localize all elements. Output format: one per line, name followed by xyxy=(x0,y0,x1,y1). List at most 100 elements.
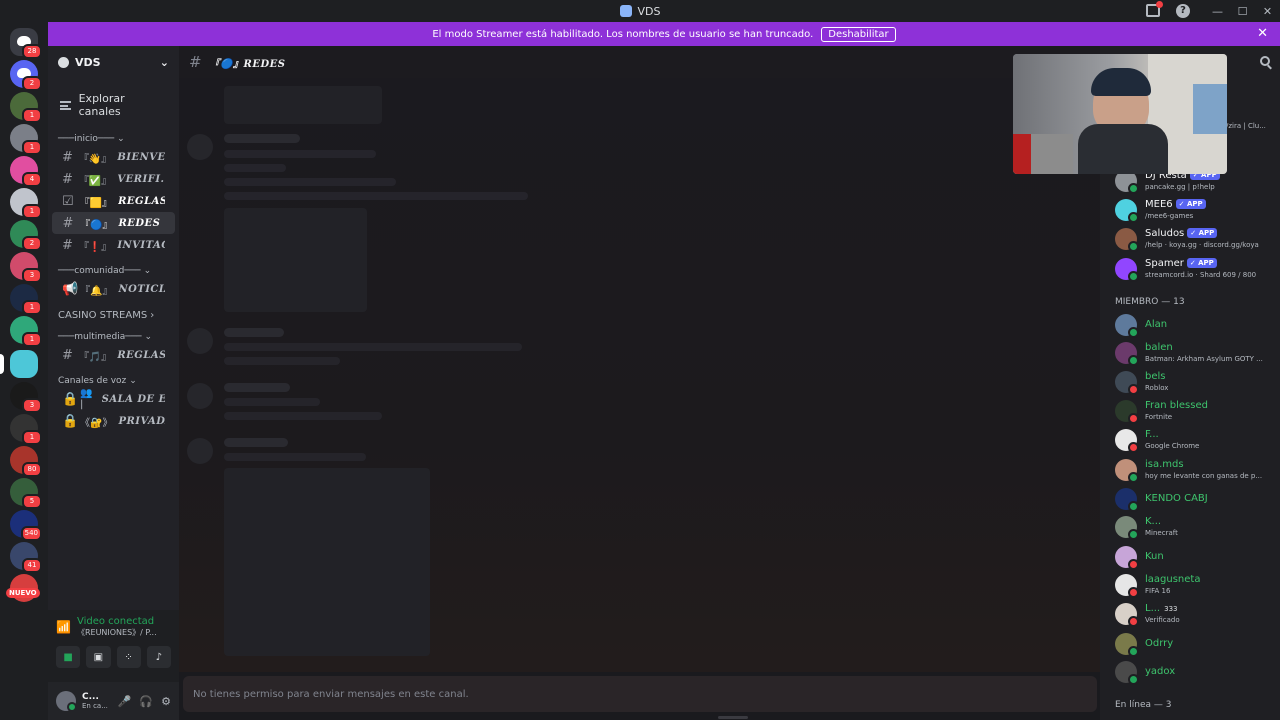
server-icon[interactable]: 1 xyxy=(10,316,42,347)
screen-share-button[interactable]: ▣ xyxy=(86,646,111,668)
server-icon[interactable]: 1 xyxy=(10,284,42,315)
close-window-icon[interactable]: ✕ xyxy=(1255,0,1280,22)
channel-reglas[interactable]: ☑ 『🟨』 REGLAS xyxy=(52,190,175,212)
mention-badge: 80 xyxy=(22,462,42,477)
server-icon[interactable]: 540 xyxy=(10,510,42,541)
member-name: Fran blessed xyxy=(1145,400,1208,411)
status-icon xyxy=(1128,472,1139,483)
server-icon[interactable]: 3 xyxy=(10,382,42,413)
member-item[interactable]: Saludos ✓ APP /help · koya.gg · discord.g… xyxy=(1115,228,1259,252)
server-icon[interactable]: 2 xyxy=(10,60,42,91)
server-icon[interactable]: 1 xyxy=(10,414,42,445)
server-icon[interactable]: 3 xyxy=(10,252,42,283)
webcam-window xyxy=(1193,84,1227,134)
channel-bienvenida[interactable]: # 『👋』 BIENVE... xyxy=(52,146,175,168)
text-channel-icon: # xyxy=(62,171,73,187)
scrollbar[interactable] xyxy=(718,716,748,719)
member-name: yadox xyxy=(1145,666,1176,677)
category-multimedia[interactable]: ───multimedia─── ⌄ xyxy=(48,330,179,344)
category-casino[interactable]: CASINO STREAMS › xyxy=(48,308,179,322)
message-composer[interactable]: No tienes permiso para enviar mensajes e… xyxy=(183,676,1097,712)
member-item[interactable]: bels Roblox xyxy=(1115,371,1168,395)
server-icon[interactable]: 2 xyxy=(10,220,42,251)
avatar xyxy=(1115,342,1139,366)
member-item[interactable]: MEE6 ✓ APP /mee6-games xyxy=(1115,199,1206,223)
member-item[interactable]: K... Minecraft xyxy=(1115,516,1178,540)
member-item[interactable]: balen Batman: Arkham Asylum GOTY ... xyxy=(1115,342,1263,366)
mention-badge: 28 xyxy=(22,44,42,59)
mention-badge: 3 xyxy=(22,398,42,413)
help-icon[interactable]: ? xyxy=(1176,4,1190,18)
category-voz[interactable]: Canales de voz ⌄ xyxy=(48,374,179,388)
online-status-icon xyxy=(1128,183,1139,194)
channel-sala[interactable]: 🔒 👥 | SALA DE E... xyxy=(52,388,175,410)
category-label: ───multimedia─── xyxy=(58,332,142,342)
skeleton-avatar xyxy=(187,134,213,160)
mention-badge: 540 xyxy=(20,526,42,541)
avatar xyxy=(1115,546,1139,570)
server-icon[interactable]: 4 xyxy=(10,156,42,187)
channel-name: INVITACI... xyxy=(117,239,165,251)
member-name: F... xyxy=(1145,429,1159,440)
server-icon[interactable]: 1 xyxy=(10,124,42,155)
server-icon[interactable]: 5 xyxy=(10,478,42,509)
channel-verificacion[interactable]: # 『✅』 VERIFI... xyxy=(52,168,175,190)
guild-header[interactable]: VDS ⌄ xyxy=(48,46,179,78)
server-icon[interactable]: 80 xyxy=(10,446,42,477)
avatar xyxy=(1115,258,1139,282)
activities-button[interactable]: ⁘ xyxy=(116,646,141,668)
search-icon[interactable] xyxy=(1260,56,1270,66)
member-item[interactable]: Odrry xyxy=(1115,633,1173,657)
server-icon[interactable]: 1 xyxy=(10,92,42,123)
category-comunidad[interactable]: ───comunidad─── ⌄ xyxy=(48,264,179,278)
status-icon xyxy=(1128,355,1139,366)
category-inicio[interactable]: ───inicio─── ⌄ xyxy=(48,132,179,146)
soundboard-button[interactable]: ♪ xyxy=(146,646,171,668)
text-channel-icon: # xyxy=(62,215,74,231)
avatar[interactable] xyxy=(56,691,77,712)
online-status-icon xyxy=(1128,212,1139,223)
server-icon[interactable] xyxy=(0,350,38,378)
chevron-right-icon: › xyxy=(150,309,155,321)
member-item[interactable]: laagusneta FIFA 16 xyxy=(1115,574,1200,598)
gear-icon[interactable]: ⚙ xyxy=(161,695,171,708)
member-item[interactable]: yadox xyxy=(1115,661,1176,685)
user-status: En ca... xyxy=(82,702,108,710)
skeleton-line xyxy=(224,438,288,447)
channel-privada[interactable]: 🔒 《🔐》 PRIVADA xyxy=(52,410,175,432)
channel-reglas-multimedia[interactable]: # 『🎵』 REGLAS... xyxy=(52,344,175,366)
microphone-icon[interactable]: 🎤 xyxy=(118,695,132,708)
voice-status[interactable]: 📶 Video conectad 《REUNIONES》/ P... xyxy=(48,610,179,638)
disable-streamer-button[interactable]: Deshabilitar xyxy=(821,26,896,42)
channel-invitaciones[interactable]: # 『❗』 INVITACI... xyxy=(52,234,175,256)
channel-noticias[interactable]: 📢 『🔔』 NOTICIAS xyxy=(52,278,175,300)
status-icon xyxy=(1128,501,1139,512)
status-icon xyxy=(1128,616,1139,627)
app-icon xyxy=(619,5,632,17)
member-item[interactable]: F... Google Chrome xyxy=(1115,429,1199,453)
mention-badge: 1 xyxy=(22,204,42,219)
explore-channels[interactable]: Explorar canales xyxy=(48,86,179,124)
member-item[interactable]: Fran blessed Fortnite xyxy=(1115,400,1208,424)
server-icon[interactable]: 1 xyxy=(10,188,42,219)
inbox-icon[interactable] xyxy=(1146,1,1163,17)
headphones-icon[interactable]: 🎧 xyxy=(139,695,153,708)
maximize-icon[interactable]: ☐ xyxy=(1230,0,1255,22)
minimize-icon[interactable]: — xyxy=(1205,0,1230,22)
camera-button[interactable]: ■ xyxy=(56,646,81,668)
member-item[interactable]: L... 333 Verificado xyxy=(1115,603,1180,627)
mention-badge: 1 xyxy=(22,300,42,315)
composer-placeholder: No tienes permiso para enviar mensajes e… xyxy=(193,688,469,700)
skeleton-line xyxy=(224,412,382,420)
skeleton-line xyxy=(224,192,528,200)
close-banner-icon[interactable]: ✕ xyxy=(1257,26,1268,41)
member-item[interactable]: Spamer ✓ APP streamcord.io · Shard 609 / … xyxy=(1115,258,1256,282)
member-item[interactable]: Alan xyxy=(1115,314,1167,338)
member-item[interactable]: isa.mds hoy me levante con ganas de p... xyxy=(1115,459,1262,483)
skeleton-line xyxy=(224,134,300,143)
member-item[interactable]: Kun xyxy=(1115,546,1164,570)
server-icon[interactable]: 28 xyxy=(10,28,42,59)
member-item[interactable]: KENDO CABJ xyxy=(1115,488,1208,512)
channel-redes[interactable]: # 『🔵』 REDES xyxy=(52,212,175,234)
server-icon[interactable]: 41 xyxy=(10,542,42,573)
